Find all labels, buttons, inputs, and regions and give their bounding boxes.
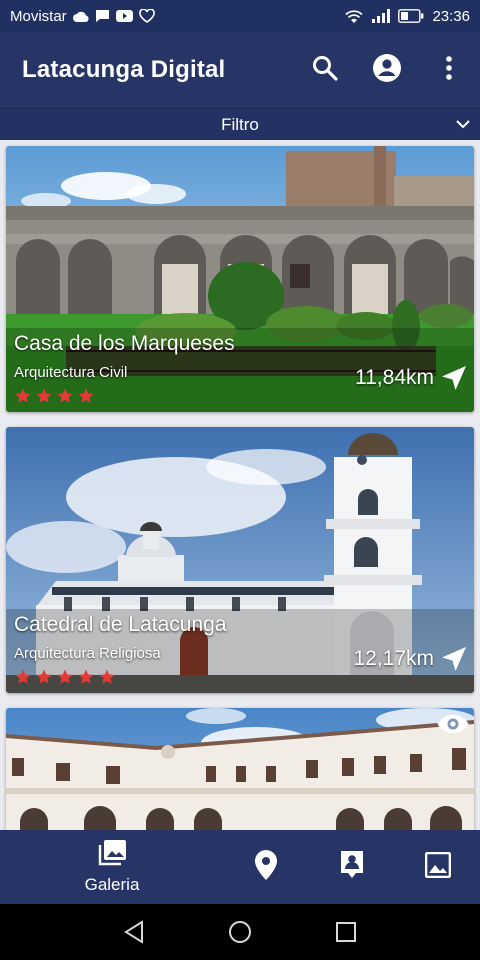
place-name: Catedral de Latacunga xyxy=(14,613,227,636)
place-name: Casa de los Marqueses xyxy=(14,332,235,355)
star-icon xyxy=(99,669,115,684)
search-button[interactable] xyxy=(294,42,356,98)
youtube-icon xyxy=(115,10,133,22)
eye-icon[interactable] xyxy=(436,712,470,741)
app-title: Latacunga Digital xyxy=(22,56,226,83)
battery-icon xyxy=(398,9,424,23)
status-time: 23:36 xyxy=(432,7,470,25)
tab-map[interactable] xyxy=(236,830,296,904)
heart-icon xyxy=(138,9,155,23)
carrier-name: Movistar xyxy=(10,7,67,25)
tab-images[interactable] xyxy=(408,830,468,904)
star-icon xyxy=(57,388,73,403)
place-category: Arquitectura Civil xyxy=(14,364,128,381)
account-button[interactable] xyxy=(356,42,418,98)
star-icon xyxy=(57,669,73,684)
rating-stars xyxy=(14,387,95,405)
more-vert-icon xyxy=(445,55,453,86)
account-circle-icon xyxy=(372,53,402,88)
system-navigation-bar xyxy=(0,904,480,960)
home-circle-icon xyxy=(229,921,251,943)
chevron-down-icon xyxy=(454,115,472,138)
recents-button[interactable] xyxy=(332,918,360,946)
tab-contacts[interactable] xyxy=(322,830,382,904)
overflow-menu-button[interactable] xyxy=(418,42,480,98)
home-button[interactable] xyxy=(226,918,254,946)
signal-icon xyxy=(372,9,391,23)
place-card[interactable]: Catedral de Latacunga Arquitectura Relig… xyxy=(6,427,474,693)
star-icon xyxy=(15,669,31,684)
place-photo xyxy=(6,708,474,830)
status-bar: Movistar 23:36 xyxy=(0,0,480,32)
place-category: Arquitectura Religiosa xyxy=(14,645,161,662)
back-triangle-icon xyxy=(124,920,143,944)
recents-square-icon xyxy=(336,922,356,942)
star-icon xyxy=(78,388,94,403)
gallery-icon xyxy=(98,839,126,871)
bottom-navigation: Galeria xyxy=(0,830,480,904)
navigate-icon[interactable] xyxy=(440,364,468,397)
gallery-list[interactable]: Casa de los Marqueses Arquitectura Civil… xyxy=(0,140,480,830)
location-pin-icon xyxy=(255,849,277,885)
star-icon xyxy=(36,669,52,684)
tab-galeria[interactable]: Galeria xyxy=(66,830,158,904)
image-icon xyxy=(424,851,452,883)
filter-bar[interactable]: Filtro xyxy=(0,108,480,140)
place-card[interactable] xyxy=(6,708,474,830)
status-left: Movistar xyxy=(10,8,155,25)
star-icon xyxy=(15,388,31,403)
back-button[interactable] xyxy=(120,918,148,946)
place-card[interactable]: Casa de los Marqueses Arquitectura Civil… xyxy=(6,146,474,412)
tab-label: Galeria xyxy=(84,874,140,894)
chat-icon xyxy=(95,9,110,23)
app-bar-actions xyxy=(294,42,480,98)
status-right: 23:36 xyxy=(344,8,470,25)
star-icon xyxy=(78,669,94,684)
rating-stars xyxy=(14,668,116,686)
navigate-icon[interactable] xyxy=(440,645,468,678)
cloud-icon xyxy=(72,11,89,22)
filter-label: Filtro xyxy=(221,114,259,134)
contact-card-icon xyxy=(339,850,365,885)
wifi-icon xyxy=(344,9,364,24)
search-icon xyxy=(312,55,338,86)
star-icon xyxy=(36,388,52,403)
place-distance: 11,84km xyxy=(355,366,434,389)
place-distance: 12,17km xyxy=(353,647,434,670)
app-bar: Latacunga Digital xyxy=(0,32,480,108)
